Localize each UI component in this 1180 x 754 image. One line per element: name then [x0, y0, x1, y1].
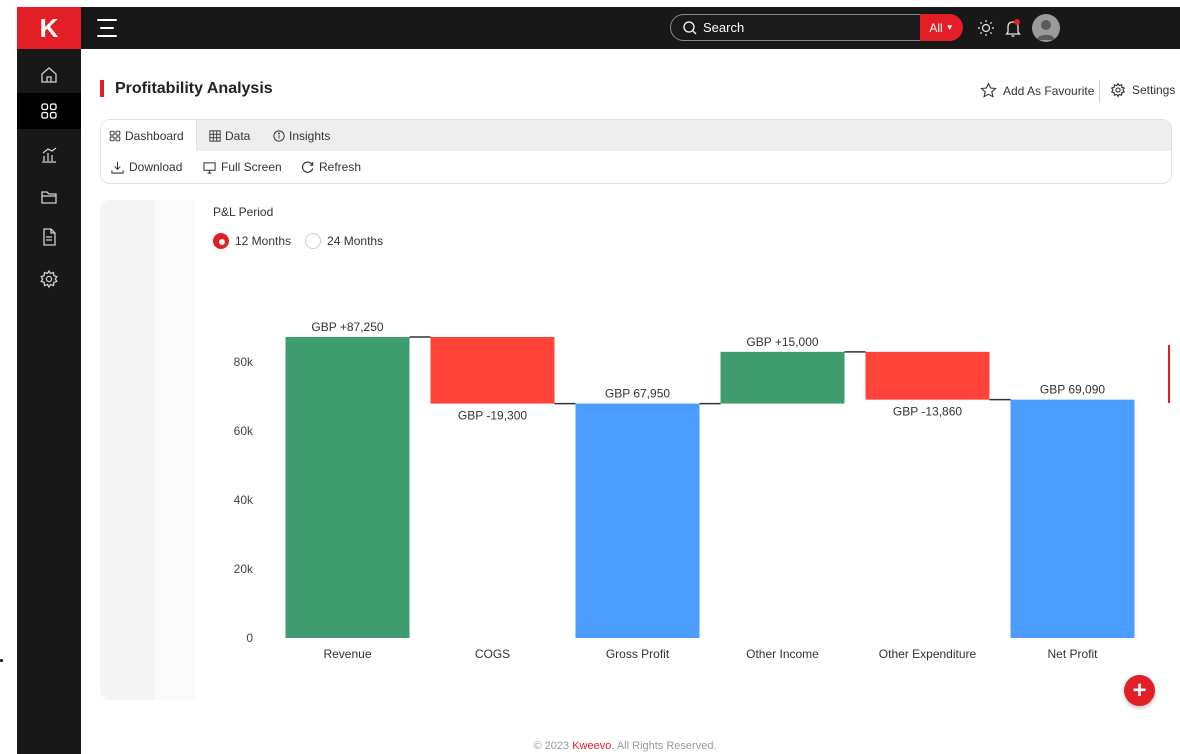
x-tick-label: Other Expenditure: [879, 647, 977, 661]
chart-icon: [42, 147, 57, 163]
radio-24-months[interactable]: [305, 233, 322, 249]
bar-gross-profit: [575, 403, 700, 638]
y-tick-label: 0: [246, 631, 253, 645]
data-label: GBP +15,000: [746, 335, 818, 349]
sidebar-item-dashboard[interactable]: [17, 93, 81, 129]
data-label: GBP +87,250: [311, 320, 383, 334]
bar-other-expenditure: [865, 351, 990, 400]
page: K Search All ▼ Profitability Analysis Ad…: [0, 0, 1180, 754]
waterfall-chart: 0 20k 40k 60k 80k GBP +87,250 Revenue GBP -19,3…: [234, 320, 1135, 661]
title-accent-bar: [100, 80, 104, 97]
y-tick-label: 20k: [234, 562, 254, 576]
period-radio-group: 12 Months 24 Months: [213, 233, 397, 249]
settings-label: Settings: [1132, 83, 1176, 97]
add-fab-button[interactable]: +: [1124, 675, 1155, 706]
footer-brand-link[interactable]: Kweevo: [572, 740, 611, 752]
footer-copyright: © 2023: [533, 740, 573, 752]
data-label: GBP 67,950: [605, 387, 670, 401]
document-icon: [43, 228, 56, 246]
data-label: GBP 69,090: [1040, 383, 1105, 397]
radio-label-12-months[interactable]: 12 Months: [235, 234, 291, 248]
notification-bell-icon[interactable]: [1002, 17, 1024, 39]
gear-icon: [1110, 82, 1126, 98]
bar-net-profit: [1010, 399, 1135, 638]
period-filter-label: P&L Period: [213, 205, 274, 219]
full-screen-button[interactable]: Full Screen: [203, 158, 282, 176]
sidebar: K: [17, 7, 81, 754]
y-tick-label: 40k: [234, 493, 254, 507]
star-icon: [980, 82, 997, 98]
tab-insights[interactable]: Insights: [265, 120, 338, 151]
y-tick-label: 60k: [234, 424, 254, 438]
refresh-icon: [301, 160, 314, 173]
brightness-icon[interactable]: [975, 17, 997, 39]
x-tick-label: Net Profit: [1047, 647, 1098, 661]
user-avatar[interactable]: [1032, 14, 1060, 42]
tab-label: Data: [225, 128, 251, 143]
bar-other-income: [720, 351, 845, 404]
folder-icon: [41, 191, 57, 204]
download-button[interactable]: Download: [111, 158, 182, 176]
user-icon: [1037, 20, 1055, 40]
app-logo[interactable]: K: [17, 7, 81, 49]
radio-12-months[interactable]: [213, 233, 229, 249]
plus-icon: +: [1132, 676, 1147, 704]
gear-icon: [40, 269, 58, 289]
bar-revenue: [285, 337, 410, 638]
grid-icon: [109, 130, 121, 141]
table-icon: [209, 129, 221, 142]
x-tick-label: COGS: [475, 647, 510, 661]
radio-label-24-months[interactable]: 24 Months: [327, 234, 383, 248]
sidebar-item-home[interactable]: [17, 57, 81, 93]
tab-dashboard[interactable]: Dashboard: [101, 120, 197, 151]
x-tick-label: Revenue: [323, 647, 371, 661]
menu-toggle-icon[interactable]: [97, 19, 117, 37]
top-bar: Search All ▼: [81, 7, 1180, 49]
chevron-down-icon: ▼: [945, 23, 954, 32]
download-label: Download: [129, 160, 183, 174]
sidebar-item-folder[interactable]: [17, 179, 81, 215]
download-icon: [111, 161, 124, 174]
refresh-button[interactable]: Refresh: [301, 158, 361, 176]
data-label: GBP -19,300: [458, 409, 527, 423]
sidebar-item-settings[interactable]: [17, 261, 81, 297]
footer: © 2023 Kweevo. All Rights Reserved.: [0, 740, 1180, 752]
y-tick-label: 80k: [234, 355, 254, 369]
sidebar-item-report[interactable]: [17, 219, 81, 255]
tab-data[interactable]: Data: [201, 120, 258, 151]
header-divider: [1099, 80, 1100, 102]
search-scope-label: All: [929, 20, 943, 35]
stray-dot: [0, 659, 3, 662]
bar-cogs: [430, 337, 555, 404]
monitor-icon: [203, 161, 216, 174]
page-title: Profitability Analysis: [115, 80, 273, 97]
full-screen-label: Full Screen: [221, 160, 282, 174]
grid-icon: [41, 103, 57, 119]
tab-label: Insights: [289, 128, 331, 143]
tab-bar: Dashboard Data Insights: [101, 120, 1171, 151]
footer-rights: . All Rights Reserved.: [611, 740, 717, 752]
search-scope-dropdown[interactable]: All ▼: [920, 14, 963, 41]
search-input[interactable]: Search: [703, 20, 744, 35]
refresh-label: Refresh: [319, 160, 362, 174]
scroll-indicator[interactable]: [1168, 345, 1170, 403]
search-icon: [683, 21, 697, 35]
settings-button[interactable]: Settings: [1110, 82, 1175, 98]
sidebar-item-analytics[interactable]: [17, 137, 81, 173]
content-inner-strip: [153, 200, 195, 700]
add-favourite-label: Add As Favourite: [1003, 83, 1095, 98]
tab-label: Dashboard: [125, 128, 184, 143]
data-label: GBP -13,860: [893, 405, 962, 419]
add-favourite-button[interactable]: Add As Favourite: [980, 82, 1094, 99]
home-icon: [41, 67, 57, 83]
tabs-panel: Dashboard Data Insights Download Full Sc…: [100, 119, 1172, 184]
x-tick-label: Other Income: [746, 647, 819, 661]
search-box[interactable]: Search: [670, 14, 962, 41]
info-icon: [273, 129, 285, 142]
x-tick-label: Gross Profit: [606, 647, 670, 661]
